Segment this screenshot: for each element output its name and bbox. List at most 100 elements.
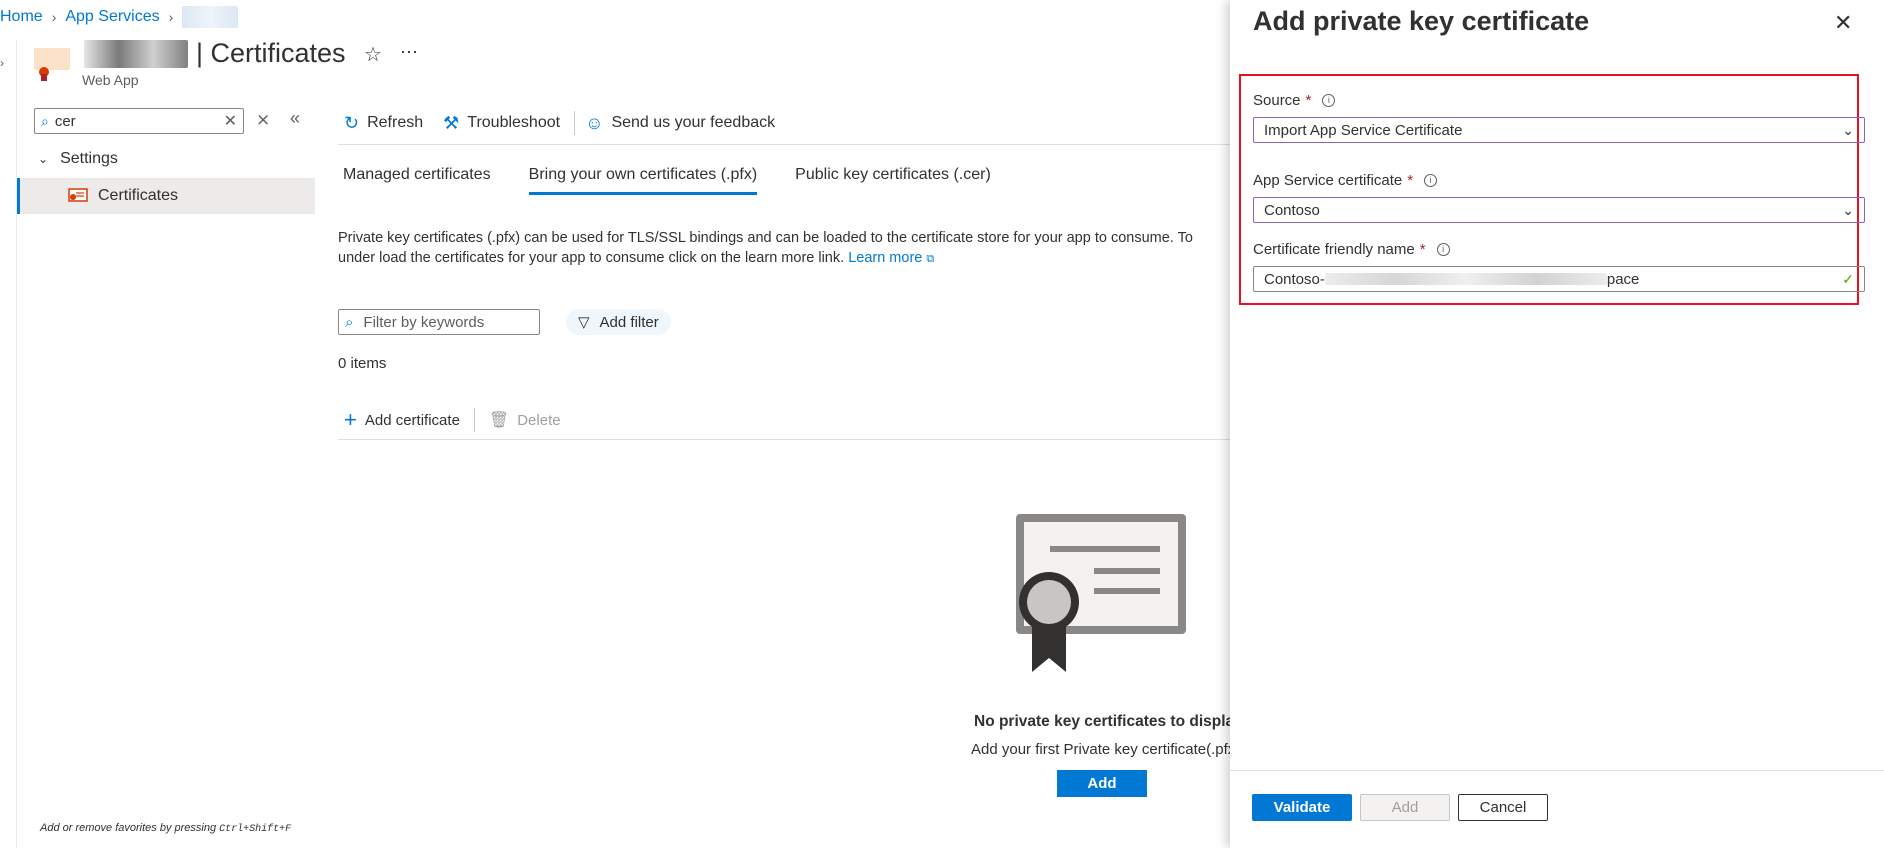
- chevron-down-icon: ⌄: [1842, 121, 1854, 138]
- feedback-button[interactable]: ☺ Send us your feedback: [585, 113, 775, 134]
- friendly-value-suffix: pace: [1606, 270, 1640, 288]
- favorites-hint: Add or remove favorites by pressing Ctrl…: [40, 822, 291, 835]
- add-certificate-label: Add certificate: [364, 411, 460, 429]
- source-value: Import App Service Certificate: [1264, 121, 1463, 139]
- refresh-icon: ↻: [344, 112, 360, 133]
- troubleshoot-label: Troubleshoot: [467, 114, 561, 131]
- item-count: 0 items: [338, 355, 387, 372]
- nav-search-input[interactable]: [54, 112, 205, 130]
- learn-more-label: Learn more: [848, 250, 923, 266]
- tab-managed-certificates[interactable]: Managed certificates: [343, 162, 491, 195]
- breadcrumb-app-name-redacted[interactable]: [182, 6, 239, 28]
- breadcrumb-home[interactable]: Home: [0, 8, 43, 26]
- search-icon: ⌕: [345, 313, 354, 331]
- page-title-text: | Certificates: [196, 38, 346, 68]
- plus-icon: +: [344, 407, 357, 432]
- certificate-friendly-name-label: Certificate friendly name * i: [1253, 241, 1865, 258]
- chevron-right-icon: ›: [51, 9, 57, 25]
- collapse-icon[interactable]: «: [290, 108, 300, 129]
- divider: [338, 144, 1230, 145]
- sidebar-item-certificates[interactable]: Certificates: [17, 178, 315, 214]
- panel-title: Add private key certificate: [1253, 6, 1590, 36]
- empty-state-subtitle: Add your first Private key certificate(.…: [971, 741, 1241, 758]
- breadcrumb-app-services[interactable]: App Services: [65, 8, 159, 26]
- app-service-certificate-label: App Service certificate * i: [1253, 172, 1865, 189]
- chevron-down-icon: ⌄: [38, 152, 49, 166]
- filter-placeholder: Filter by keywords: [363, 313, 485, 331]
- favorites-hint-shortcut: Ctrl+Shift+F: [219, 824, 292, 835]
- certificate-friendly-name-field: Certificate friendly name * i Contoso- pac…: [1253, 241, 1865, 292]
- divider: [338, 439, 1230, 440]
- certificate-friendly-name-input[interactable]: Contoso- pace ✓: [1253, 266, 1865, 292]
- add-filter-button[interactable]: ▽ Add filter: [566, 309, 671, 335]
- tab-public-key-certificates[interactable]: Public key certificates (.cer): [795, 162, 991, 195]
- info-icon[interactable]: i: [1322, 94, 1336, 107]
- divider: [574, 111, 576, 135]
- checkmark-icon: ✓: [1842, 270, 1854, 287]
- delete-button[interactable]: 🗑 Delete: [489, 410, 561, 430]
- delete-label: Delete: [517, 411, 561, 429]
- add-filter-label: Add filter: [599, 313, 659, 331]
- certificate-icon: [68, 188, 88, 202]
- feedback-label: Send us your feedback: [611, 114, 776, 131]
- required-marker: *: [1305, 92, 1312, 109]
- divider: [1230, 770, 1884, 771]
- feedback-icon: ☺: [585, 112, 604, 133]
- list-toolbar: + Add certificate 🗑 Delete: [344, 407, 581, 433]
- wrench-icon: ⚒: [443, 112, 460, 133]
- friendly-label-text: Certificate friendly name: [1253, 241, 1415, 258]
- validate-button[interactable]: Validate: [1252, 794, 1352, 821]
- tab-label: Bring your own certificates (.pfx): [528, 166, 758, 183]
- cancel-button[interactable]: Cancel: [1458, 794, 1548, 821]
- troubleshoot-button[interactable]: ⚒ Troubleshoot: [443, 113, 560, 134]
- nav-group-settings[interactable]: ⌄ Settings: [38, 150, 118, 168]
- nav-group-label: Settings: [60, 150, 118, 167]
- refresh-label: Refresh: [367, 114, 424, 131]
- refresh-button[interactable]: ↻ Refresh: [344, 113, 423, 134]
- cert-label-text: App Service certificate: [1253, 172, 1403, 189]
- favorites-hint-text: Add or remove favorites by pressing: [40, 822, 220, 834]
- search-icon: ⌕: [41, 112, 49, 129]
- add-submit-button[interactable]: Add: [1360, 794, 1450, 821]
- app-name-redacted: [84, 39, 188, 68]
- tab-description: Private key certificates (.pfx) can be u…: [338, 228, 1230, 269]
- tab-bring-your-own-certificates[interactable]: Bring your own certificates (.pfx): [528, 162, 758, 195]
- tab-label: Public key certificates (.cer): [795, 166, 991, 183]
- divider: [16, 40, 17, 848]
- clear-filter-icon[interactable]: ⨯: [256, 110, 270, 130]
- filter-input[interactable]: ⌕ Filter by keywords: [338, 309, 540, 335]
- chevron-right-icon[interactable]: ›: [0, 56, 4, 70]
- source-label: Source * i: [1253, 92, 1865, 109]
- info-icon[interactable]: i: [1436, 243, 1450, 256]
- info-icon[interactable]: i: [1424, 174, 1438, 187]
- breadcrumb: Home › App Services ›: [0, 6, 239, 28]
- filter-icon: ▽: [578, 314, 590, 331]
- tab-label: Managed certificates: [343, 166, 491, 183]
- nav-search-box[interactable]: ⌕ ✕: [34, 108, 244, 134]
- web-app-icon: [34, 48, 70, 81]
- more-icon[interactable]: ⋯: [400, 42, 419, 63]
- page-subtitle: Web App: [82, 72, 139, 88]
- app-service-certificate-dropdown[interactable]: Contoso ⌄: [1253, 197, 1865, 223]
- command-bar: ↻ Refresh ⚒ Troubleshoot ☺ Send us your …: [344, 110, 795, 136]
- star-icon[interactable]: ☆: [364, 42, 382, 67]
- divider: [473, 408, 475, 432]
- required-marker: *: [1419, 241, 1426, 258]
- add-private-key-certificate-panel: Add private key certificate ✕ Source * i I…: [1230, 0, 1884, 848]
- tab-list: Managed certificates Bring your own cert…: [343, 162, 1029, 195]
- close-icon[interactable]: ✕: [1834, 10, 1852, 36]
- close-icon[interactable]: ✕: [224, 111, 237, 131]
- add-certificate-button[interactable]: + Add certificate: [344, 407, 460, 433]
- sidebar-item-label: Certificates: [98, 187, 179, 204]
- required-marker: *: [1407, 172, 1414, 189]
- external-link-icon: ⧉: [926, 253, 935, 265]
- learn-more-link[interactable]: Learn more ⧉: [848, 250, 934, 266]
- panel-footer: Validate Add Cancel: [1252, 794, 1548, 821]
- cert-value: Contoso: [1264, 201, 1320, 219]
- empty-state-title: No private key certificates to display.: [974, 713, 1246, 730]
- certificate-illustration: [1016, 514, 1186, 672]
- friendly-value-prefix: Contoso-: [1264, 270, 1325, 288]
- add-button[interactable]: Add: [1057, 770, 1147, 797]
- chevron-right-icon: ›: [168, 9, 174, 25]
- source-dropdown[interactable]: Import App Service Certificate ⌄: [1253, 117, 1865, 143]
